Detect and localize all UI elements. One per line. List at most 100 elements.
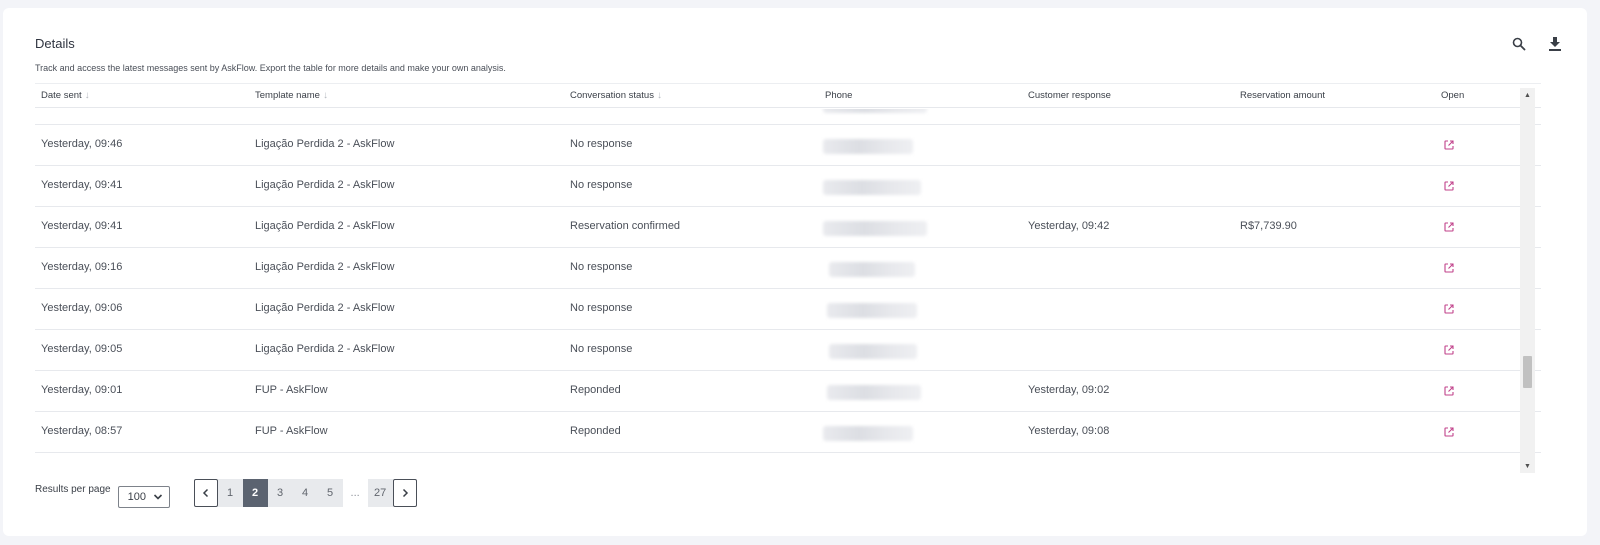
- template-cell: Ligação Perdida 2 - AskFlow: [255, 138, 395, 150]
- pagination: Results per page 100 1 2 3 4 5... 27: [35, 478, 417, 508]
- open-external-icon[interactable]: [1443, 221, 1455, 233]
- phone-cell-redacted: [829, 262, 915, 277]
- open-external-icon[interactable]: [1443, 344, 1455, 356]
- results-per-page-value: 100: [127, 491, 146, 503]
- open-external-icon[interactable]: [1443, 262, 1455, 274]
- search-button[interactable]: [1509, 34, 1529, 54]
- page-button-2[interactable]: 2: [242, 479, 268, 507]
- template-cell: Ligação Perdida 2 - AskFlow: [255, 302, 395, 314]
- date-cell: Yesterday, 09:46: [41, 138, 123, 150]
- status-cell: No response: [570, 261, 633, 273]
- column-header-label: Customer response: [1028, 90, 1111, 101]
- column-header-open: Open: [1441, 90, 1464, 101]
- table-body[interactable]: Yesterday, 09:56Ligação Perdida 2 - AskF…: [35, 109, 1541, 483]
- customer-response-cell: Yesterday, 09:02: [1028, 384, 1110, 396]
- open-external-icon[interactable]: [1443, 109, 1455, 110]
- scroll-down-arrow-icon[interactable]: ▼: [1520, 459, 1535, 473]
- column-header-label: Date sent: [41, 90, 82, 101]
- column-header-date-sent[interactable]: Date sent ↓: [41, 90, 90, 101]
- page-title: Details: [35, 36, 75, 51]
- column-header-reservation-amount: Reservation amount: [1240, 90, 1325, 101]
- template-cell: Ligação Perdida 2 - AskFlow: [255, 220, 395, 232]
- open-external-icon[interactable]: [1443, 180, 1455, 192]
- messages-table: Date sent ↓ Template name ↓ Conversation sta…: [35, 83, 1556, 483]
- open-external-icon[interactable]: [1443, 139, 1455, 151]
- date-cell: Yesterday, 08:57: [41, 425, 123, 437]
- open-external-icon[interactable]: [1443, 385, 1455, 397]
- chevron-right-icon: [402, 488, 408, 498]
- download-icon: [1549, 37, 1561, 51]
- template-cell: Ligação Perdida 2 - AskFlow: [255, 179, 395, 191]
- column-header-conversation-status[interactable]: Conversation status ↓: [570, 90, 662, 101]
- chevron-down-icon: [153, 494, 162, 500]
- page-button-4[interactable]: 4: [292, 479, 318, 507]
- page-button-last[interactable]: 27: [367, 479, 393, 507]
- search-icon: [1512, 37, 1526, 51]
- phone-cell-redacted: [823, 139, 913, 154]
- page-list: 1 2 3 4 5... 27: [217, 479, 393, 507]
- table-row: Yesterday, 09:46 Ligação Perdida 2 - AskF…: [35, 125, 1541, 166]
- phone-cell-redacted: [823, 221, 927, 236]
- column-header-label: Template name: [255, 90, 320, 101]
- column-header-customer-response: Customer response: [1028, 90, 1111, 101]
- phone-cell-redacted: [823, 180, 921, 195]
- download-button[interactable]: [1545, 34, 1565, 54]
- date-cell: Yesterday, 09:16: [41, 261, 123, 273]
- template-cell: FUP - AskFlow: [255, 384, 328, 396]
- table-row: Yesterday, 09:01 FUP - AskFlow Reponded Yes…: [35, 371, 1541, 412]
- status-cell: No response: [570, 343, 633, 355]
- phone-cell-redacted: [823, 426, 913, 441]
- page-subtitle: Track and access the latest messages sen…: [35, 63, 506, 73]
- date-cell: Yesterday, 09:01: [41, 384, 123, 396]
- date-cell: Yesterday, 09:06: [41, 302, 123, 314]
- phone-cell-redacted: [823, 109, 927, 113]
- page-ellipsis: ...: [342, 479, 368, 507]
- table-row: Yesterday, 09:41 Ligação Perdida 2 - AskF…: [35, 207, 1541, 248]
- customer-response-cell: Yesterday, 09:08: [1028, 425, 1110, 437]
- scroll-up-arrow-icon[interactable]: ▲: [1520, 88, 1535, 102]
- template-cell: FUP - AskFlow: [255, 425, 328, 437]
- template-cell: Ligação Perdida 2 - AskFlow: [255, 343, 395, 355]
- open-external-icon[interactable]: [1443, 303, 1455, 315]
- table-row: Yesterday, 09:06 Ligação Perdida 2 - AskF…: [35, 289, 1541, 330]
- table-row: Yesterday, 09:05 Ligação Perdida 2 - AskF…: [35, 330, 1541, 371]
- phone-cell-redacted: [827, 385, 921, 400]
- table-scrollbar[interactable]: ▲ ▼: [1520, 88, 1535, 473]
- open-external-icon[interactable]: [1443, 426, 1455, 438]
- date-cell: Yesterday, 09:41: [41, 220, 123, 232]
- table-row: Yesterday, 08:57 FUP - AskFlow Reponded Yes…: [35, 412, 1541, 453]
- table-rows: Yesterday, 09:56Ligação Perdida 2 - AskF…: [35, 109, 1541, 453]
- column-header-phone: Phone: [825, 90, 852, 101]
- column-header-label: Phone: [825, 90, 853, 101]
- page-button-1[interactable]: 1: [217, 479, 243, 507]
- table-row: Yesterday, 09:56Ligação Perdida 2 - AskF…: [35, 109, 1541, 125]
- column-header-label: Reservation amount: [1240, 90, 1326, 101]
- status-cell: No response: [570, 179, 633, 191]
- table-row: Yesterday, 09:16 Ligação Perdida 2 - AskF…: [35, 248, 1541, 289]
- next-page-button[interactable]: [392, 479, 417, 507]
- prev-page-button[interactable]: [193, 479, 218, 507]
- table-header: Date sent ↓ Template name ↓ Conversation sta…: [35, 83, 1541, 108]
- sort-arrow-icon: ↓: [84, 90, 90, 101]
- status-cell: Reponded: [570, 384, 621, 396]
- table-row: Yesterday, 09:41 Ligação Perdida 2 - AskF…: [35, 166, 1541, 207]
- reservation-amount-cell: R$7,739.90: [1240, 220, 1297, 232]
- sort-arrow-icon: ↓: [322, 90, 328, 101]
- phone-cell-redacted: [829, 344, 917, 359]
- page-button-5[interactable]: 5: [317, 479, 343, 507]
- page-button-3[interactable]: 3: [267, 479, 293, 507]
- scroll-thumb[interactable]: [1523, 356, 1532, 388]
- status-cell: Reservation confirmed: [570, 220, 681, 232]
- chevron-left-icon: [202, 488, 208, 498]
- results-per-page-select[interactable]: 100: [117, 486, 170, 508]
- details-card: Details Track and access the latest mess…: [3, 8, 1587, 536]
- results-per-page-label: Results per page: [35, 483, 111, 495]
- column-header-label: Open: [1441, 90, 1465, 101]
- date-cell: Yesterday, 09:05: [41, 343, 123, 355]
- phone-cell-redacted: [827, 303, 917, 318]
- column-header-template-name[interactable]: Template name ↓: [255, 90, 328, 101]
- template-cell: Ligação Perdida 2 - AskFlow: [255, 261, 395, 273]
- column-header-label: Conversation status: [570, 90, 654, 101]
- status-cell: Reponded: [570, 425, 621, 437]
- status-cell: No response: [570, 302, 633, 314]
